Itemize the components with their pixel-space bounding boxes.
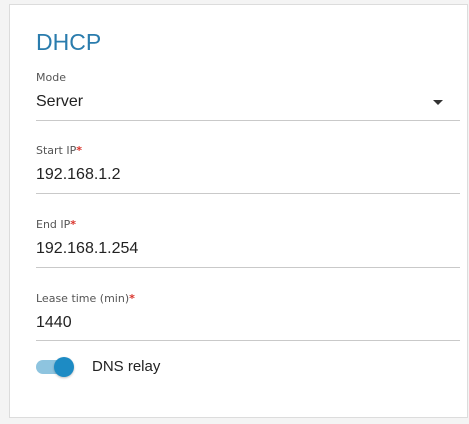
toggle-thumb (54, 357, 74, 377)
end-ip-underline (36, 267, 460, 268)
required-mark: * (76, 144, 83, 157)
start-ip-value: 192.168.1.2 (36, 166, 121, 183)
required-mark: * (70, 218, 77, 231)
lease-time-underline (36, 340, 460, 341)
dhcp-settings-card: DHCP Mode Server Start IP* 192.168.1.2 E… (9, 4, 468, 418)
start-ip-label-text: Start IP (36, 144, 77, 157)
section-title: DHCP (36, 29, 102, 55)
caret-down-icon[interactable] (433, 100, 443, 105)
mode-underline (36, 120, 460, 121)
end-ip-label: End IP* (36, 218, 76, 231)
start-ip-underline (36, 193, 460, 194)
start-ip-label: Start IP* (36, 144, 82, 157)
mode-select[interactable] (36, 89, 460, 117)
lease-time-label-text: Lease time (min) (36, 292, 130, 305)
end-ip-label-text: End IP (36, 218, 71, 231)
end-ip-value: 192.168.1.254 (36, 240, 139, 257)
mode-value: Server (36, 93, 84, 110)
dns-relay-label: DNS relay (92, 358, 161, 375)
mode-label: Mode (36, 71, 66, 84)
lease-time-value: 1440 (36, 314, 72, 331)
lease-time-input[interactable] (36, 310, 460, 336)
required-mark: * (129, 292, 135, 305)
dns-relay-toggle[interactable] (36, 355, 76, 379)
lease-time-label: Lease time (min)* (36, 292, 135, 305)
mode-label-text: Mode (36, 71, 66, 84)
